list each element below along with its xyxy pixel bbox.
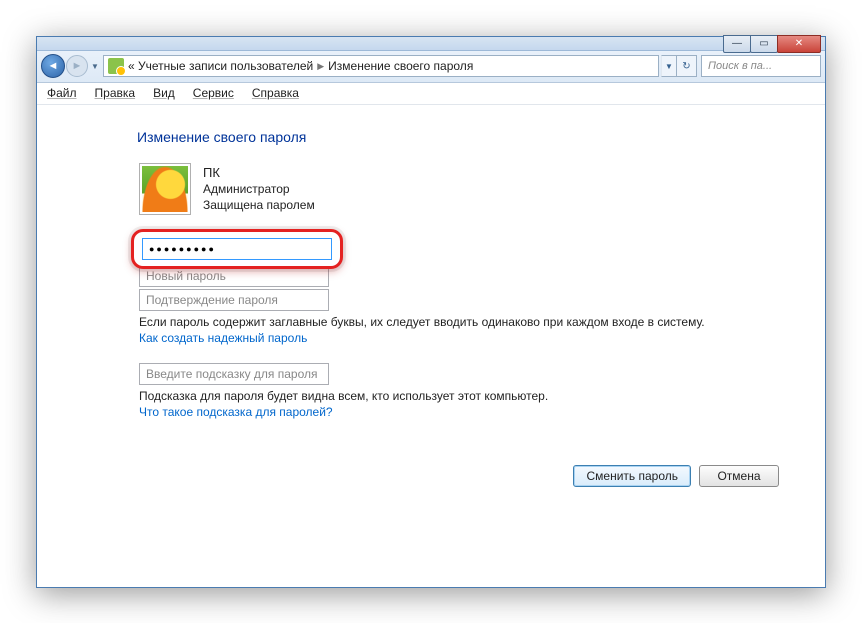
refresh-button[interactable]: ↻ — [677, 55, 697, 77]
navigation-bar: ◄ ► ▼ « Учетные записи пользователей ▶ И… — [37, 51, 825, 83]
user-status: Защищена паролем — [203, 197, 315, 213]
user-accounts-icon — [108, 58, 124, 74]
window-maximize-button[interactable]: ▭ — [750, 35, 778, 53]
password-hint-input[interactable]: Введите подсказку для пароля — [139, 363, 329, 385]
nav-back-button[interactable]: ◄ — [41, 54, 65, 78]
current-password-highlight: ●●●●●●●●● — [131, 229, 343, 269]
user-summary: ПК Администратор Защищена паролем — [139, 163, 825, 215]
menu-edit[interactable]: Правка — [91, 84, 140, 102]
confirm-password-input[interactable]: Подтверждение пароля — [139, 289, 329, 311]
user-role: Администратор — [203, 181, 315, 197]
breadcrumb-separator: ▶ — [313, 61, 328, 72]
breadcrumb-level-2[interactable]: Изменение своего пароля — [328, 59, 473, 73]
breadcrumb-prefix: « — [128, 59, 135, 73]
window-minimize-button[interactable]: — — [723, 35, 751, 53]
caps-note: Если пароль содержит заглавные буквы, их… — [139, 315, 825, 329]
current-password-input[interactable]: ●●●●●●●●● — [142, 238, 332, 260]
avatar-image — [142, 166, 188, 212]
page-title: Изменение своего пароля — [137, 129, 825, 145]
menu-help[interactable]: Справка — [248, 84, 303, 102]
change-password-button[interactable]: Сменить пароль — [573, 465, 691, 487]
avatar — [139, 163, 191, 215]
window-close-button[interactable]: ✕ — [777, 35, 821, 53]
nav-forward-button[interactable]: ► — [66, 55, 88, 77]
menu-tools[interactable]: Сервис — [189, 84, 238, 102]
menu-bar: Файл Правка Вид Сервис Справка — [37, 83, 825, 105]
titlebar: — ▭ ✕ — [37, 37, 825, 51]
cancel-button[interactable]: Отмена — [699, 465, 779, 487]
search-input[interactable]: Поиск в па... — [701, 55, 821, 77]
content-area: Изменение своего пароля ПК Администратор… — [37, 105, 825, 587]
menu-file[interactable]: Файл — [43, 84, 81, 102]
window: — ▭ ✕ ◄ ► ▼ « Учетные записи пользовател… — [36, 36, 826, 588]
nav-history-dropdown[interactable]: ▼ — [89, 62, 101, 71]
hint-visibility-note: Подсказка для пароля будет видна всем, к… — [139, 389, 825, 403]
user-name: ПК — [203, 164, 315, 182]
strong-password-help-link[interactable]: Как создать надежный пароль — [139, 331, 307, 345]
password-hint-help-link[interactable]: Что такое подсказка для паролей? — [139, 405, 333, 419]
address-dropdown[interactable]: ▼ — [661, 55, 677, 77]
address-bar[interactable]: « Учетные записи пользователей ▶ Изменен… — [103, 55, 659, 77]
breadcrumb-level-1[interactable]: Учетные записи пользователей — [138, 59, 313, 73]
menu-view[interactable]: Вид — [149, 84, 179, 102]
